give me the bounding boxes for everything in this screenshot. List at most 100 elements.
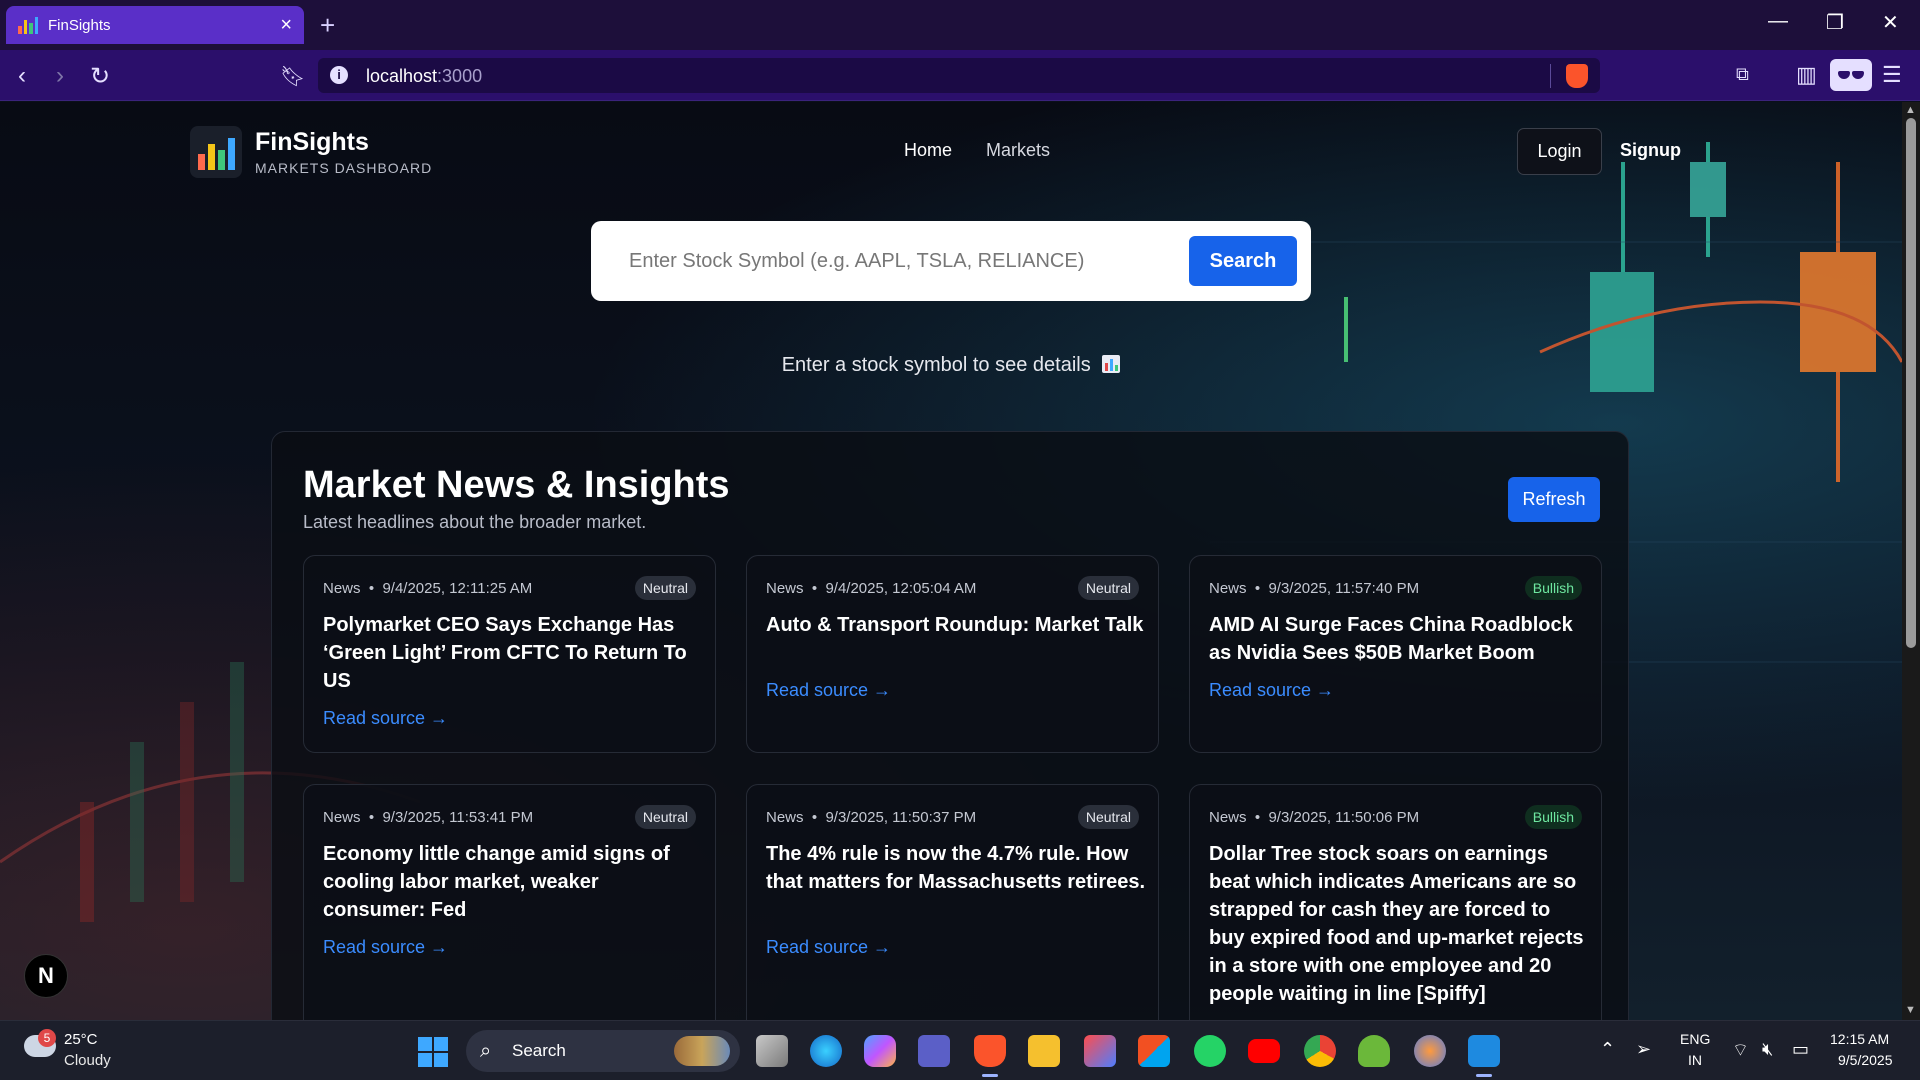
scroll-up-icon[interactable]: ▲ bbox=[1905, 104, 1916, 116]
read-source-link[interactable]: Read source → bbox=[1209, 680, 1334, 701]
task-view-icon[interactable] bbox=[756, 1035, 788, 1067]
news-meta: News • 9/4/2025, 12:05:04 AM bbox=[766, 580, 977, 597]
new-tab-icon[interactable]: + bbox=[320, 10, 335, 41]
stock-search-box: Search bbox=[591, 221, 1311, 301]
tab-title: FinSights bbox=[48, 16, 111, 34]
page-viewport: FinSights MARKETS DASHBOARD Home Markets… bbox=[0, 102, 1902, 1020]
news-headline: Dollar Tree stock soars on earnings beat… bbox=[1209, 843, 1584, 1005]
brave-shields-icon[interactable] bbox=[1566, 64, 1588, 88]
signup-button[interactable]: Signup bbox=[1620, 140, 1681, 161]
read-source-link[interactable]: Read source → bbox=[323, 708, 448, 729]
youtube-icon[interactable] bbox=[1248, 1039, 1280, 1063]
address-bar: ‹ › ↻ 🔖︎ i localhost:3000 ⧉ ▥ ☰ bbox=[0, 50, 1920, 101]
url-field[interactable]: i localhost:3000 bbox=[318, 58, 1600, 93]
url-divider bbox=[1550, 64, 1551, 88]
scrollbar-thumb[interactable] bbox=[1906, 118, 1916, 648]
file-explorer-icon[interactable] bbox=[1028, 1035, 1060, 1067]
taskbar-search[interactable]: ⌕ Search bbox=[466, 1030, 740, 1072]
brand-logo[interactable] bbox=[190, 126, 242, 178]
news-subtitle: Latest headlines about the broader marke… bbox=[303, 512, 647, 532]
send-icon[interactable]: ➢ bbox=[1636, 1039, 1651, 1060]
stock-symbol-input[interactable] bbox=[629, 241, 1169, 281]
tab-close-icon[interactable]: × bbox=[280, 14, 292, 37]
speaker-muted-icon[interactable]: 🔇︎ bbox=[1762, 1039, 1773, 1060]
read-source-link[interactable]: Read source → bbox=[323, 937, 448, 958]
news-meta: News • 9/3/2025, 11:50:06 PM bbox=[1209, 809, 1420, 826]
language-region[interactable]: IN bbox=[1688, 1052, 1702, 1068]
weather-temp[interactable]: 25°C bbox=[64, 1031, 98, 1048]
wifi-icon[interactable]: ⌔ bbox=[1732, 1039, 1749, 1062]
browser-globe-icon[interactable] bbox=[1414, 1035, 1446, 1067]
news-meta: News • 9/3/2025, 11:53:41 PM bbox=[323, 809, 534, 826]
whatsapp-icon[interactable] bbox=[1194, 1035, 1226, 1067]
bar-chart-icon bbox=[1102, 355, 1121, 373]
language-code[interactable]: ENG bbox=[1680, 1031, 1710, 1047]
browser-tab-active[interactable]: FinSights × bbox=[6, 6, 304, 44]
nav-markets[interactable]: Markets bbox=[986, 140, 1050, 161]
minimize-icon[interactable]: — bbox=[1768, 10, 1788, 33]
private-window-icon[interactable] bbox=[1830, 59, 1872, 91]
teams-icon[interactable] bbox=[918, 1035, 950, 1067]
search-button[interactable]: Search bbox=[1189, 236, 1297, 286]
sentiment-badge: Bullish bbox=[1524, 805, 1582, 829]
sidebar-toggle-icon[interactable]: ▥ bbox=[1796, 62, 1817, 88]
favicon-chart-icon bbox=[18, 16, 38, 34]
browser-tab-strip: FinSights × + — ❐ ✕ bbox=[0, 0, 1920, 50]
weather-condition[interactable]: Cloudy bbox=[64, 1052, 111, 1069]
scroll-down-icon[interactable]: ▼ bbox=[1905, 1004, 1916, 1016]
taskbar-search-label: Search bbox=[512, 1041, 566, 1060]
nav-home[interactable]: Home bbox=[904, 140, 952, 161]
menu-icon[interactable]: ☰ bbox=[1882, 62, 1902, 88]
news-card: News • 9/3/2025, 11:50:06 PM Bullish Dol… bbox=[1189, 784, 1602, 1020]
refresh-button[interactable]: Refresh bbox=[1508, 477, 1600, 522]
weather-alert-badge: 5 bbox=[38, 1029, 56, 1047]
affinity-icon[interactable] bbox=[1084, 1035, 1116, 1067]
login-button[interactable]: Login bbox=[1517, 128, 1602, 175]
sentiment-badge: Neutral bbox=[1077, 805, 1139, 829]
news-meta: News • 9/3/2025, 11:57:40 PM bbox=[1209, 580, 1420, 597]
news-card: News • 9/4/2025, 12:05:04 AM Neutral Aut… bbox=[746, 555, 1159, 753]
site-info-icon[interactable]: i bbox=[330, 66, 348, 84]
search-hint: Enter a stock symbol to see details bbox=[0, 354, 1902, 377]
brand-name[interactable]: FinSights bbox=[255, 128, 369, 157]
reload-icon[interactable]: ↻ bbox=[90, 62, 110, 91]
news-headline: Polymarket CEO Says Exchange Has ‘Green … bbox=[323, 614, 687, 692]
screenshot-icon[interactable]: ⧉ bbox=[1736, 64, 1749, 85]
start-icon[interactable] bbox=[418, 1037, 448, 1067]
store-icon[interactable] bbox=[1138, 1035, 1170, 1067]
clock-date[interactable]: 9/5/2025 bbox=[1838, 1052, 1893, 1068]
news-meta: News • 9/4/2025, 12:11:25 AM bbox=[323, 580, 533, 597]
read-source-link[interactable]: Read source → bbox=[766, 937, 891, 958]
vscode-icon[interactable] bbox=[1468, 1035, 1500, 1077]
search-icon: ⌕ bbox=[480, 1040, 492, 1062]
sentiment-badge: Bullish bbox=[1524, 576, 1582, 600]
window-close-icon[interactable]: ✕ bbox=[1882, 10, 1899, 35]
search-hint-text: Enter a stock symbol to see details bbox=[781, 354, 1091, 376]
search-highlight-icon bbox=[674, 1036, 730, 1066]
copilot-icon[interactable] bbox=[864, 1035, 896, 1067]
back-icon[interactable]: ‹ bbox=[18, 62, 26, 90]
clock-time[interactable]: 12:15 AM bbox=[1830, 1031, 1889, 1047]
nextjs-dev-badge[interactable]: N bbox=[24, 954, 68, 998]
news-card: News • 9/3/2025, 11:50:37 PM Neutral The… bbox=[746, 784, 1159, 1020]
forward-icon[interactable]: › bbox=[56, 62, 64, 90]
news-card: News • 9/3/2025, 11:53:41 PM Neutral Eco… bbox=[303, 784, 716, 1020]
figure-app-icon[interactable] bbox=[1358, 1035, 1390, 1067]
read-source-link[interactable]: Read source → bbox=[766, 680, 891, 701]
bookmark-icon[interactable]: 🔖︎ bbox=[280, 64, 305, 89]
sentiment-badge: Neutral bbox=[1077, 576, 1139, 600]
brave-icon[interactable] bbox=[974, 1035, 1006, 1077]
chrome-icon[interactable] bbox=[1304, 1035, 1336, 1067]
windows-taskbar: 5 25°C Cloudy ⌕ Search ⌃ ➢ ENG IN ⌔ 🔇︎ ▭… bbox=[0, 1020, 1920, 1080]
page-scrollbar[interactable]: ▲ ▼ bbox=[1902, 102, 1920, 1020]
news-card: News • 9/3/2025, 11:57:40 PM Bullish AMD… bbox=[1189, 555, 1602, 753]
news-meta: News • 9/3/2025, 11:50:37 PM bbox=[766, 809, 977, 826]
restore-icon[interactable]: ❐ bbox=[1826, 10, 1844, 35]
edge-icon[interactable] bbox=[810, 1035, 842, 1067]
battery-icon[interactable]: ▭ bbox=[1792, 1039, 1809, 1060]
tray-overflow-icon[interactable]: ⌃ bbox=[1600, 1039, 1615, 1060]
news-headline: Economy little change amid signs of cool… bbox=[323, 843, 670, 921]
news-headline: The 4% rule is now the 4.7% rule. How th… bbox=[766, 843, 1146, 893]
sentiment-badge: Neutral bbox=[634, 576, 696, 600]
brand-tagline: MARKETS DASHBOARD bbox=[255, 160, 433, 176]
